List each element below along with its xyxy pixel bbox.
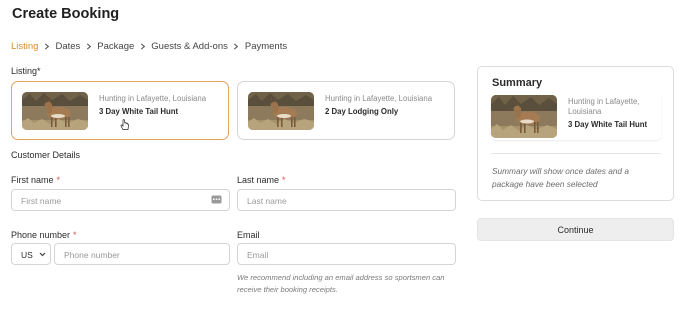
country-code-select[interactable]: US — [11, 243, 51, 265]
chevron-right-icon — [134, 43, 151, 50]
summary-title: Summary — [492, 77, 543, 89]
email-label: Email — [237, 230, 260, 240]
summary-placeholder-text: Summary will show once dates and a packa… — [492, 166, 629, 189]
required-mark: * — [73, 230, 77, 240]
phone-number-label: Phone number * — [11, 230, 77, 240]
summary-panel: Summary Hunting in Lafayette, Louisiana — [477, 66, 674, 201]
chevron-right-icon — [38, 43, 55, 50]
email-field[interactable]: Email — [237, 243, 456, 265]
chevron-down-icon — [39, 252, 46, 257]
first-name-label: First name * — [11, 175, 60, 185]
breadcrumb-step-package[interactable]: Package — [97, 41, 134, 52]
hand-cursor-icon — [120, 118, 130, 130]
listing-name: 2 Day Lodging Only — [325, 107, 399, 116]
listing-label-text: Listing — [11, 66, 38, 76]
summary-listing-item: Hunting in Lafayette, Louisiana 3 Day Wh… — [491, 94, 661, 140]
breadcrumb-step-payments[interactable]: Payments — [245, 41, 287, 52]
phone-number-label-text: Phone number — [11, 230, 71, 240]
continue-button[interactable]: Continue — [477, 218, 674, 241]
last-name-label: Last name * — [237, 175, 286, 185]
required-mark: * — [282, 175, 286, 185]
breadcrumb: Listing Dates Package Guests & Add-ons P… — [11, 41, 287, 52]
last-name-label-text: Last name — [237, 175, 280, 185]
divider — [491, 153, 661, 154]
last-name-placeholder: Last name — [247, 196, 287, 206]
contact-card-icon[interactable] — [211, 195, 222, 204]
listing-location: Hunting in Lafayette, Louisiana — [325, 94, 433, 103]
breadcrumb-step-dates[interactable]: Dates — [55, 41, 80, 52]
listing-name: 3 Day White Tail Hunt — [99, 107, 179, 116]
listing-card-lodging-only[interactable]: Hunting in Lafayette, Louisiana 2 Day Lo… — [237, 81, 455, 140]
first-name-placeholder: First name — [21, 196, 62, 206]
last-name-field[interactable]: Last name — [237, 189, 456, 211]
summary-listing-name: 3 Day White Tail Hunt — [568, 120, 648, 129]
email-help-text: We recommend including an email address … — [237, 273, 445, 294]
listing-label: Listing* — [11, 66, 41, 76]
first-name-field[interactable]: First name — [11, 189, 230, 211]
deer-photo — [248, 92, 314, 130]
chevron-right-icon — [228, 43, 245, 50]
customer-details-heading: Customer Details — [11, 150, 81, 160]
summary-listing-location: Hunting in Lafayette, Louisiana — [568, 97, 640, 116]
page-title: Create Booking — [12, 6, 120, 22]
country-code-value: US — [21, 250, 33, 260]
required-mark: * — [56, 175, 61, 185]
listing-card-white-tail-hunt[interactable]: Hunting in Lafayette, Louisiana 3 Day Wh… — [11, 81, 229, 140]
first-name-label-text: First name — [11, 175, 54, 185]
listing-location: Hunting in Lafayette, Louisiana — [99, 94, 207, 103]
breadcrumb-step-guests-addons[interactable]: Guests & Add-ons — [151, 41, 228, 52]
phone-number-placeholder: Phone number — [64, 250, 120, 260]
required-mark: * — [37, 66, 41, 76]
email-placeholder: Email — [247, 250, 269, 260]
phone-number-field[interactable]: Phone number — [54, 243, 230, 265]
breadcrumb-step-listing[interactable]: Listing — [11, 41, 38, 52]
chevron-right-icon — [80, 43, 97, 50]
deer-photo — [22, 92, 88, 130]
deer-photo — [491, 95, 557, 138]
